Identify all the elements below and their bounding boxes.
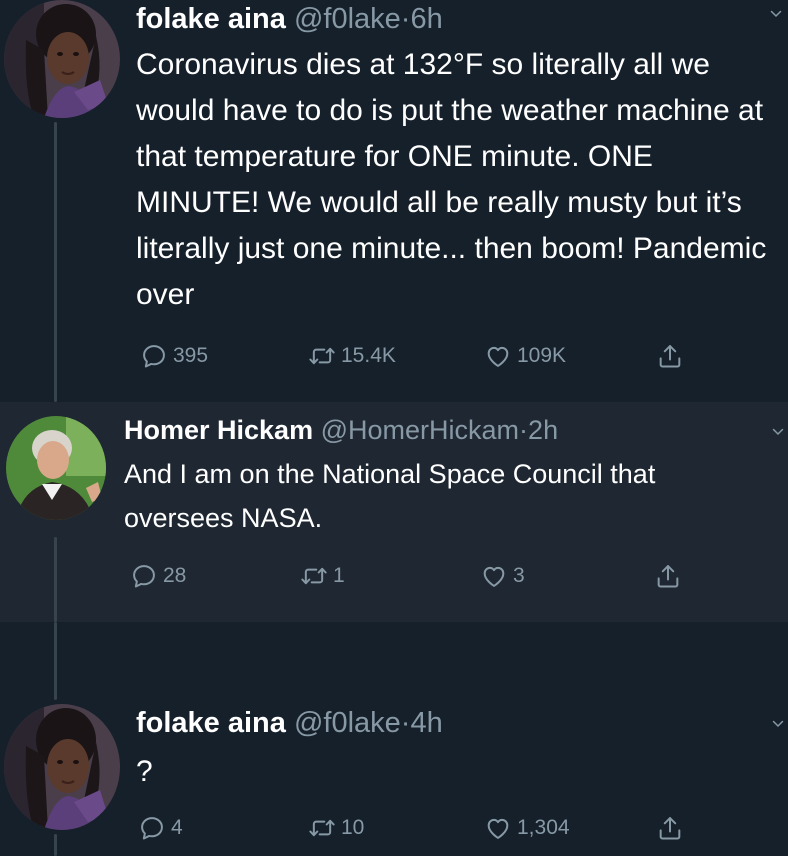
tweet-header: folake aina @f0lake·4h — [136, 706, 443, 740]
retweet-count: 1 — [333, 564, 345, 587]
reply-count: 395 — [173, 344, 209, 367]
retweet-button[interactable]: 15.4K — [308, 342, 396, 370]
like-button[interactable]: 1,304 — [484, 814, 570, 842]
share-icon — [656, 814, 684, 842]
chevron-down-icon[interactable] — [772, 426, 784, 438]
like-count: 109K — [517, 344, 567, 367]
like-button[interactable]: 3 — [480, 562, 525, 590]
tweet-original[interactable]: folake aina @f0lake·6h Coronavirus dies … — [0, 0, 788, 402]
chevron-down-icon[interactable] — [770, 8, 782, 20]
avatar[interactable] — [6, 416, 106, 520]
chevron-down-icon[interactable] — [772, 718, 784, 730]
separator-dot: · — [519, 415, 529, 445]
retweet-icon — [308, 814, 336, 842]
like-button[interactable]: 109K — [484, 342, 566, 370]
author-name[interactable]: folake aina — [136, 3, 286, 35]
reply-icon — [130, 562, 158, 590]
tweet-header: folake aina @f0lake·6h — [136, 2, 443, 36]
retweet-button[interactable]: 1 — [300, 562, 345, 590]
author-name[interactable]: folake aina — [136, 707, 286, 739]
like-count: 1,304 — [517, 816, 570, 839]
reply-button[interactable]: 395 — [140, 342, 208, 370]
thread-line — [54, 622, 57, 700]
author-handle[interactable]: @f0lake — [294, 707, 401, 739]
timestamp[interactable]: 6h — [410, 3, 442, 35]
like-count: 3 — [513, 564, 525, 587]
author-handle[interactable]: @f0lake — [294, 3, 401, 35]
timestamp[interactable]: 2h — [528, 415, 558, 445]
author-handle[interactable]: @HomerHickam — [321, 415, 519, 445]
tweet-text: Coronavirus dies at 132°F so literally a… — [136, 48, 767, 311]
reply-icon — [138, 814, 166, 842]
retweet-icon — [308, 342, 336, 370]
tweet-text: And I am on the National Space Council t… — [124, 459, 656, 533]
heart-icon — [484, 342, 512, 370]
reply-button[interactable]: 4 — [138, 814, 183, 842]
reply-button[interactable]: 28 — [130, 562, 186, 590]
heart-icon — [484, 814, 512, 842]
tweet-actions: 4 10 1,304 — [0, 814, 788, 848]
share-button[interactable] — [656, 814, 684, 842]
retweet-count: 15.4K — [341, 344, 396, 367]
share-button[interactable] — [654, 562, 682, 590]
tweet-header: Homer Hickam @HomerHickam·2h — [124, 414, 558, 446]
reply-count: 4 — [171, 816, 183, 839]
reply-icon — [140, 342, 168, 370]
timestamp[interactable]: 4h — [410, 707, 442, 739]
retweet-count: 10 — [341, 816, 365, 839]
author-name[interactable]: Homer Hickam — [124, 415, 313, 445]
retweet-icon — [300, 562, 328, 590]
share-icon — [656, 342, 684, 370]
tweet-text: ? — [136, 755, 153, 788]
tweet-reply[interactable]: Homer Hickam @HomerHickam·2h And I am on… — [0, 402, 788, 622]
avatar[interactable] — [4, 704, 120, 830]
avatar[interactable] — [4, 0, 120, 118]
share-button[interactable] — [656, 342, 684, 370]
tweet-follow-up[interactable]: folake aina @f0lake·4h ? 4 10 1,304 — [0, 622, 788, 856]
reply-count: 28 — [163, 564, 187, 587]
share-icon — [654, 562, 682, 590]
heart-icon — [480, 562, 508, 590]
retweet-button[interactable]: 10 — [308, 814, 364, 842]
tweet-actions: 28 1 3 — [0, 562, 788, 596]
tweet-actions: 395 15.4K 109K — [0, 342, 788, 376]
